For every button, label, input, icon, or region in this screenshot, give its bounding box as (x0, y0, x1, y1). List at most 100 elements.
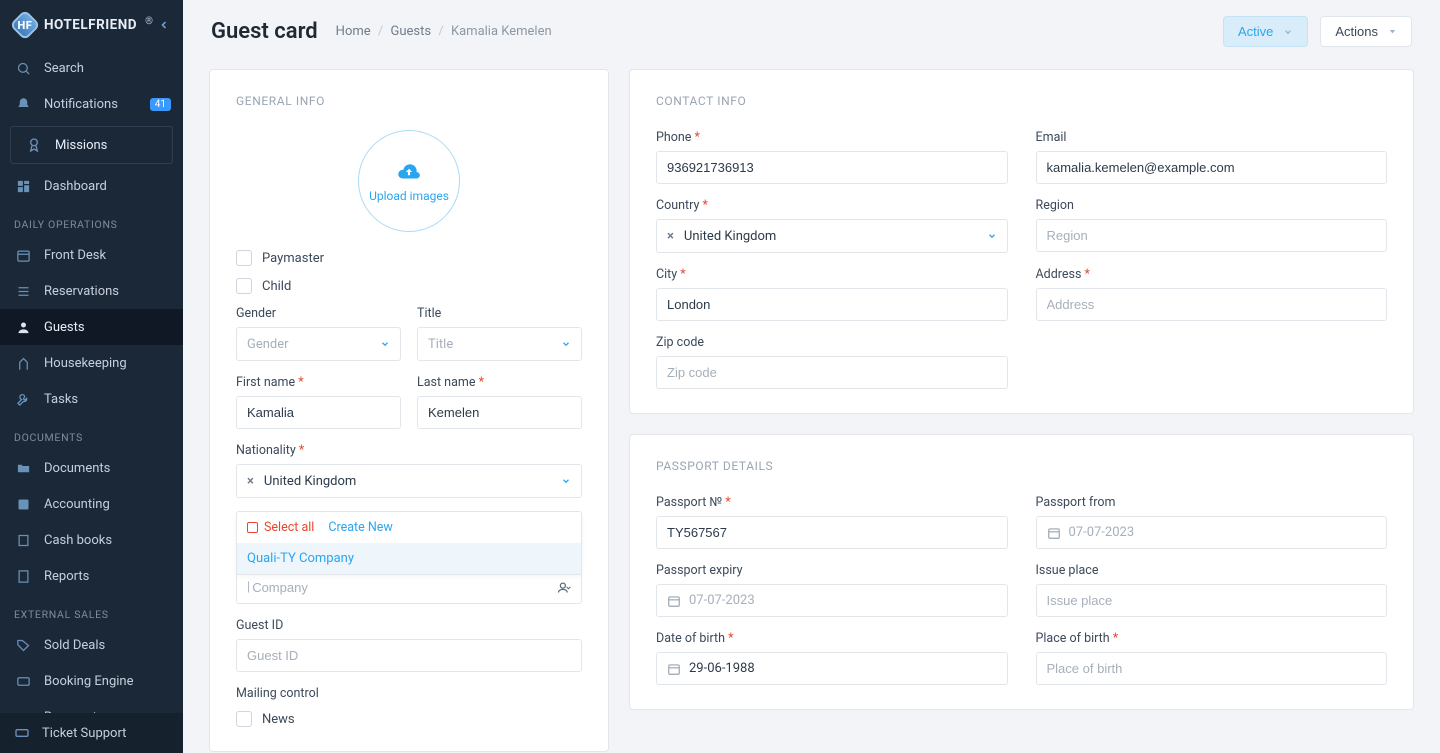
brand-name: HOTELFRIEND (44, 17, 137, 33)
first-name-label: First name * (236, 375, 401, 390)
nav-tasks[interactable]: Tasks (0, 381, 183, 417)
dob-label: Date of birth * (656, 631, 1008, 646)
pob-label: Place of birth * (1036, 631, 1388, 646)
passport-expiry-label: Passport expiry (656, 563, 1008, 578)
clear-nationality-icon[interactable]: × (247, 474, 254, 489)
passport-details-card: PASSPORT DETAILS Passport № * Passport f… (629, 434, 1414, 710)
company-dropdown: Select all Create New Quali-TY Company (236, 511, 582, 575)
chevron-down-icon (380, 339, 390, 349)
issue-place-input[interactable] (1036, 584, 1388, 617)
address-label: Address * (1036, 267, 1388, 282)
title-label: Title (417, 306, 582, 321)
company-picker-icon[interactable] (556, 580, 571, 595)
chevron-down-icon (561, 339, 571, 349)
mailing-control-label: Mailing control (236, 686, 582, 701)
nav-reports[interactable]: Reports (0, 558, 183, 594)
title-select[interactable]: Title (417, 327, 582, 361)
child-checkbox[interactable]: Child (236, 278, 582, 294)
upload-images[interactable]: Upload images (358, 130, 460, 232)
housekeeping-icon (14, 354, 32, 372)
create-new-link[interactable]: Create New (328, 520, 392, 535)
report-icon (14, 567, 32, 585)
chevron-down-icon (1283, 27, 1293, 37)
calendar-icon (667, 662, 681, 676)
user-icon (14, 318, 32, 336)
nav-documents[interactable]: Documents (0, 450, 183, 486)
nav-sold-deals[interactable]: Sold Deals (0, 627, 183, 663)
brand-logo-icon: HF (9, 9, 40, 40)
calendar-icon (1047, 526, 1061, 540)
zip-label: Zip code (656, 335, 1008, 350)
nationality-label: Nationality * (236, 443, 582, 458)
collapse-sidebar-icon[interactable] (155, 16, 173, 34)
country-select[interactable]: × United Kingdom (656, 219, 1008, 253)
nav-reservations[interactable]: Reservations (0, 273, 183, 309)
general-info-card: GENERAL INFO Upload images Paymaster Chi… (209, 69, 609, 752)
passport-from-label: Passport from (1036, 495, 1388, 510)
nav-notifications[interactable]: Notifications 41 (0, 86, 183, 122)
crumb-guests[interactable]: Guests (391, 24, 432, 39)
nav-search[interactable]: Search (0, 50, 183, 86)
nav-dashboard[interactable]: Dashboard (0, 168, 183, 204)
passport-expiry-input[interactable]: 07-07-2023 (656, 584, 1008, 617)
region-input[interactable] (1036, 219, 1388, 252)
country-label: Country * (656, 198, 1008, 213)
page-title: Guest card (211, 19, 318, 44)
nav-room-rates[interactable]: Room rates (0, 699, 183, 713)
booking-icon (14, 672, 32, 690)
breadcrumb: Home / Guests / Kamalia Kemelen (336, 24, 552, 39)
list-icon (14, 282, 32, 300)
status-active-button[interactable]: Active (1223, 16, 1308, 47)
accounting-icon (14, 495, 32, 513)
company-input[interactable]: | (236, 571, 582, 604)
nav-cashbooks[interactable]: Cash books (0, 522, 183, 558)
dob-input[interactable]: 29-06-1988 (656, 652, 1008, 685)
city-input[interactable] (656, 288, 1008, 321)
actions-button[interactable]: Actions (1320, 16, 1412, 47)
checkbox-icon (236, 711, 252, 727)
nav-accounting[interactable]: Accounting (0, 486, 183, 522)
nav-missions[interactable]: Missions (10, 126, 173, 164)
nav-booking-engine[interactable]: Booking Engine (0, 663, 183, 699)
zip-input[interactable] (656, 356, 1008, 389)
brand[interactable]: HF HOTELFRIEND ® (0, 0, 183, 46)
email-input[interactable] (1036, 151, 1388, 184)
nav-section-daily: DAILY OPERATIONS (0, 204, 183, 237)
sidebar: HF HOTELFRIEND ® Search Notifications 41… (0, 0, 183, 753)
company-option[interactable]: Quali-TY Company (237, 543, 581, 574)
passport-num-input[interactable] (656, 516, 1008, 549)
rates-icon (14, 708, 32, 713)
pob-input[interactable] (1036, 652, 1388, 685)
first-name-input[interactable] (236, 396, 401, 429)
nav-guests[interactable]: Guests (0, 309, 183, 345)
chevron-down-icon (987, 231, 997, 241)
select-all-link[interactable]: Select all (247, 520, 314, 535)
notifications-badge: 41 (150, 98, 171, 111)
folder-icon (14, 459, 32, 477)
checkbox-icon (236, 278, 252, 294)
nav-housekeeping[interactable]: Housekeeping (0, 345, 183, 381)
nav-section-external: EXTERNAL SALES (0, 594, 183, 627)
nationality-select[interactable]: × United Kingdom (236, 464, 582, 498)
nav-ticket-support[interactable]: Ticket Support (0, 713, 183, 753)
ticket-icon (14, 725, 30, 741)
paymaster-checkbox[interactable]: Paymaster (236, 250, 582, 266)
guest-id-input[interactable] (236, 639, 582, 672)
topbar: Guest card Home / Guests / Kamalia Kemel… (183, 0, 1440, 51)
news-checkbox[interactable]: News (236, 711, 582, 727)
chevron-down-icon (561, 476, 571, 486)
phone-input[interactable] (656, 151, 1008, 184)
nav-front-desk[interactable]: Front Desk (0, 237, 183, 273)
issue-place-label: Issue place (1036, 563, 1388, 578)
dashboard-icon (14, 177, 32, 195)
gender-label: Gender (236, 306, 401, 321)
search-icon (14, 59, 32, 77)
general-info-heading: GENERAL INFO (236, 94, 582, 108)
crumb-home[interactable]: Home (336, 24, 371, 39)
gender-select[interactable]: Gender (236, 327, 401, 361)
last-name-input[interactable] (417, 396, 582, 429)
clear-country-icon[interactable]: × (667, 229, 674, 244)
checkbox-icon (236, 250, 252, 266)
address-input[interactable] (1036, 288, 1388, 321)
passport-from-input[interactable]: 07-07-2023 (1036, 516, 1388, 549)
